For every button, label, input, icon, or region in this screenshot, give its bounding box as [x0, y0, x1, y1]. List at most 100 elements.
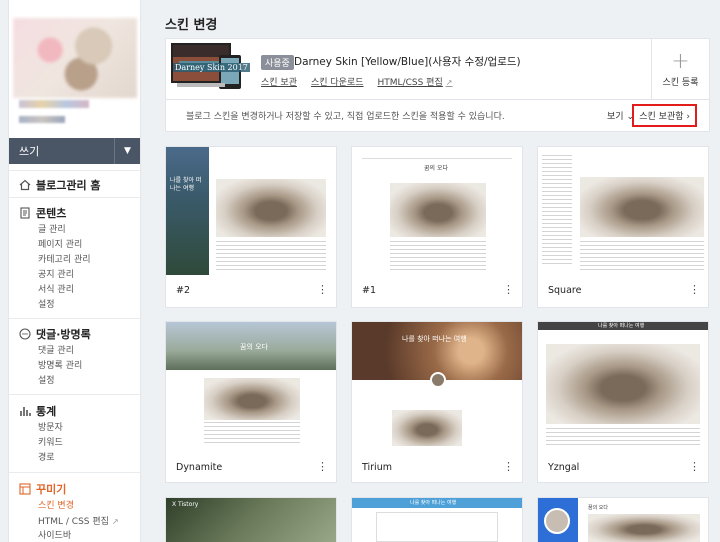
- top-bar: [362, 153, 512, 159]
- chevron-right-icon: ›: [686, 112, 690, 122]
- sidebar-item-guestbook-manage[interactable]: 방명록 관리: [9, 359, 140, 374]
- sidebar-item-referrers[interactable]: 경로: [9, 451, 140, 466]
- skin-download-link[interactable]: 스킨 다운로드: [311, 75, 364, 88]
- skin-name: #1: [362, 285, 377, 296]
- sidebar-item-label: 블로그관리 홈: [36, 179, 101, 192]
- blog-name-blurred: [19, 100, 89, 108]
- skin-card[interactable]: 나를 찾아 떠나는 여행 Yzngal ⋮: [537, 321, 709, 483]
- sidebar-item-comment-manage[interactable]: 댓글 관리: [9, 344, 140, 359]
- skin-register-button[interactable]: + 스킨 등록: [651, 39, 709, 99]
- sidebar-item-notices[interactable]: 공지 관리: [9, 268, 140, 283]
- skin-preview: 나를 찾아 떠나는 여행: [166, 147, 336, 275]
- cat-photo: [204, 378, 300, 420]
- skin-header-text: X Tistory: [172, 501, 199, 508]
- skin-header-text: 꿈의 오다: [588, 505, 608, 511]
- sidebar-item-categories[interactable]: 카테고리 관리: [9, 253, 140, 268]
- menu-group-customize: 꾸미기 스킨 변경 HTML / CSS 편집 ↗ 사이드바: [9, 472, 140, 542]
- sidebar-item-skin-change[interactable]: 스킨 변경: [9, 499, 140, 514]
- avatar: [430, 372, 446, 388]
- skin-card[interactable]: Square ⋮: [537, 146, 709, 308]
- sidebar-item-blog-home[interactable]: 블로그관리 홈: [9, 175, 140, 195]
- menu-group-home: 블로그관리 홈: [9, 170, 140, 195]
- write-label: 쓰기: [19, 145, 40, 158]
- more-options-icon[interactable]: ⋮: [503, 460, 514, 473]
- cat-photo: [588, 514, 700, 542]
- skin-name: Square: [548, 285, 582, 296]
- cat-photo: [392, 410, 462, 446]
- description-bar: 블로그 스킨을 변경하거나 저장할 수 있고, 직접 업로드한 스킨을 적용할 …: [165, 100, 710, 132]
- menu-group-content: 콘텐츠 글 관리 페이지 관리 카테고리 관리 공지 관리 서식 관리 설정: [9, 197, 140, 313]
- skin-card[interactable]: 꿈의 오다 Dynamite ⋮: [165, 321, 337, 483]
- write-button[interactable]: 쓰기 ▼: [9, 138, 140, 164]
- skin-name: Dynamite: [176, 462, 223, 473]
- skin-preview: 꿈의 오다: [352, 147, 522, 275]
- sidebar-item-posts[interactable]: 글 관리: [9, 223, 140, 238]
- sidebar-item-sidebar[interactable]: 사이드바: [9, 529, 140, 542]
- sidebar: 쓰기 ▼ 블로그관리 홈 콘텐츠 글 관리 페이지 관리 카테고리 관리 공지 …: [8, 0, 141, 542]
- current-skin-thumbnail: Darney Skin 2017: [169, 41, 250, 97]
- html-css-edit-link[interactable]: HTML/CSS 편집 ↗: [378, 75, 453, 88]
- skin-card[interactable]: 나를 찾아 떠나는 여행: [351, 497, 523, 542]
- document-icon: [19, 207, 31, 219]
- external-link-icon: ↗: [445, 78, 453, 87]
- skin-card[interactable]: X Tistory: [165, 497, 337, 542]
- sidebar-lines: [542, 155, 572, 265]
- sidebar-item-customize[interactable]: 꾸미기: [9, 479, 140, 499]
- text-lines: [216, 241, 326, 271]
- sidebar-item-templates[interactable]: 서식 관리: [9, 283, 140, 298]
- skin-card[interactable]: 나를 찾아 떠나는 여행 #2 ⋮: [165, 146, 337, 308]
- skin-save-link[interactable]: 스킨 보관: [261, 75, 297, 88]
- content-area: [376, 512, 498, 542]
- skin-header-text: 나를 찾아 떠나는 여행: [402, 335, 467, 343]
- cat-photo: [216, 179, 326, 237]
- more-options-icon[interactable]: ⋮: [689, 460, 700, 473]
- skin-header-text: 나를 찾아 떠나는 여행: [410, 500, 457, 506]
- blog-id-blurred: [19, 116, 65, 123]
- skin-name: Tirium: [362, 462, 392, 473]
- page-description: 블로그 스킨을 변경하거나 저장할 수 있고, 직접 업로드한 스킨을 적용할 …: [186, 112, 505, 122]
- bar-chart-icon: [19, 405, 31, 417]
- more-options-icon[interactable]: ⋮: [317, 460, 328, 473]
- text-lines: [546, 428, 700, 446]
- skin-card[interactable]: 나를 찾아 떠나는 여행 Tirium ⋮: [351, 321, 523, 483]
- skin-header-text: 꿈의 오다: [240, 343, 268, 351]
- skin-card[interactable]: 꿈의 오다: [537, 497, 709, 542]
- blog-profile-image[interactable]: [13, 18, 137, 98]
- cat-photo: [580, 177, 704, 237]
- text-lines: [390, 241, 486, 271]
- cat-photo: [390, 183, 486, 237]
- external-link-icon: ↗: [111, 517, 119, 526]
- view-dropdown[interactable]: 보기 ⌄: [607, 109, 634, 122]
- skin-preview: X Tistory: [166, 498, 336, 542]
- current-skin-panel: Darney Skin 2017 사용중 Darney Skin [Yellow…: [165, 38, 710, 100]
- sidebar-item-keywords[interactable]: 키워드: [9, 436, 140, 451]
- sidebar-item-comment-settings[interactable]: 설정: [9, 374, 140, 389]
- skin-name: #2: [176, 285, 191, 296]
- skin-card[interactable]: 꿈의 오다 #1 ⋮: [351, 146, 523, 308]
- sidebar-item-visitors[interactable]: 방문자: [9, 421, 140, 436]
- skin-preview: 꿈의 오다: [538, 498, 708, 542]
- skin-preview: [538, 147, 708, 275]
- cat-photo: [546, 344, 700, 424]
- sidebar-item-label: 꾸미기: [36, 483, 67, 496]
- skin-preview: 나를 찾아 떠나는 여행: [352, 322, 522, 450]
- chevron-down-icon[interactable]: ▼: [114, 138, 140, 164]
- thumb-label: Darney Skin 2017: [173, 63, 250, 72]
- sidebar-item-content-settings[interactable]: 설정: [9, 298, 140, 313]
- sidebar-item-html-css[interactable]: HTML / CSS 편집 ↗: [9, 514, 140, 529]
- sidebar-item-pages[interactable]: 페이지 관리: [9, 238, 140, 253]
- sidebar-item-content[interactable]: 콘텐츠: [9, 203, 140, 223]
- skin-preview: 나를 찾아 떠나는 여행: [538, 322, 708, 450]
- skin-name: Yzngal: [548, 462, 580, 473]
- html-css-edit-label: HTML/CSS 편집: [377, 78, 443, 88]
- skin-storage-label: 스킨 보관함: [639, 112, 684, 122]
- skin-header-text: 꿈의 오다: [424, 165, 448, 172]
- skin-preview: 나를 찾아 떠나는 여행: [352, 498, 522, 542]
- skin-storage-button[interactable]: 스킨 보관함 ›: [632, 104, 697, 127]
- menu-group-stats: 통계 방문자 키워드 경로: [9, 394, 140, 466]
- more-options-icon[interactable]: ⋮: [503, 283, 514, 296]
- more-options-icon[interactable]: ⋮: [689, 283, 700, 296]
- more-options-icon[interactable]: ⋮: [317, 283, 328, 296]
- sidebar-item-comments[interactable]: 댓글·방명록: [9, 324, 140, 344]
- sidebar-item-stats[interactable]: 통계: [9, 401, 140, 421]
